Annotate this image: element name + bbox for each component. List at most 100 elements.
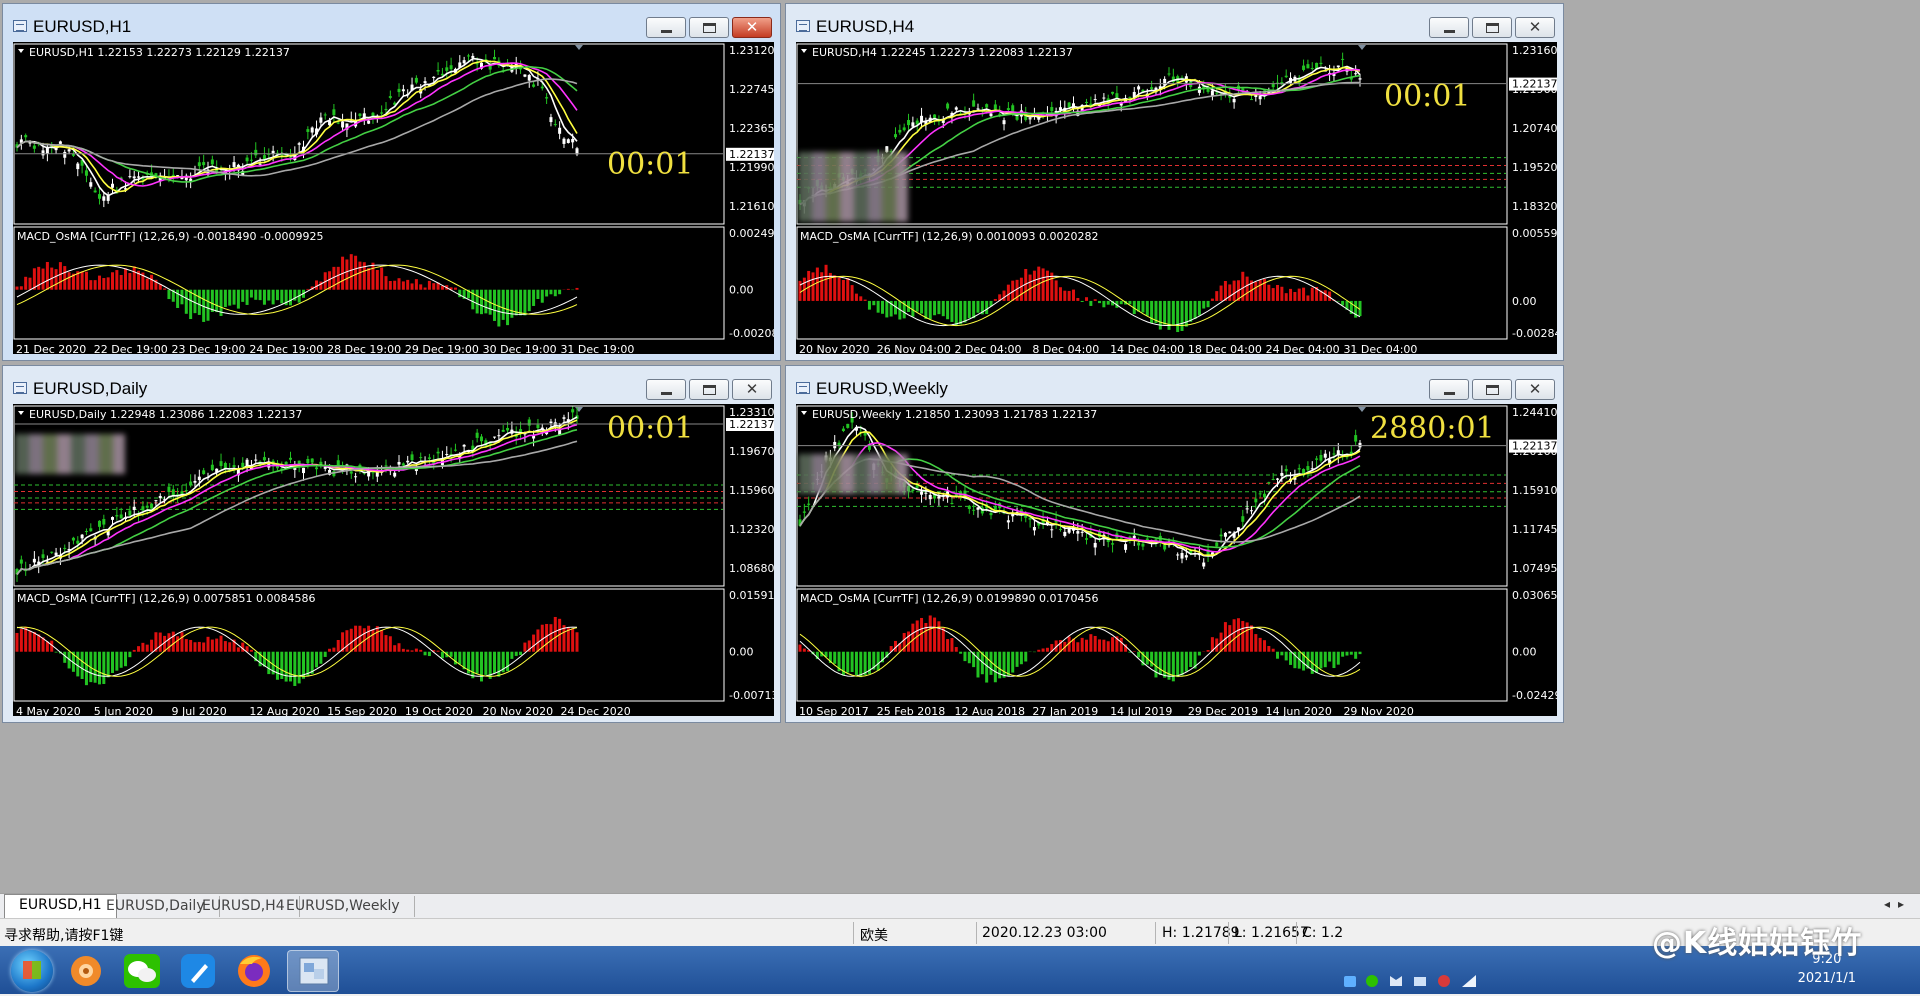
candle: [324, 113, 327, 120]
watermark-text: @K线姑姑钰竹: [1652, 918, 1862, 962]
osma-bar: [428, 281, 431, 290]
osma-bar: [1272, 288, 1275, 301]
chart-window-h4[interactable]: EURUSD,H4 ✕ EURUSD,H4 1.22245 1.22273 1.…: [785, 3, 1564, 361]
osma-bar: [1098, 301, 1101, 303]
osma-bar: [1003, 652, 1006, 678]
osma-bar: [1276, 652, 1279, 659]
candle: [1089, 97, 1092, 110]
time-axis-label: 2 Dec 04:00: [955, 343, 1022, 354]
osma-bar: [1350, 652, 1353, 655]
osma-bar: [846, 278, 849, 301]
close-button[interactable]: ✕: [1515, 17, 1555, 38]
osma-bar: [246, 290, 249, 305]
osma-bar: [402, 281, 405, 289]
candle: [55, 548, 58, 556]
osma-bar: [1189, 652, 1192, 667]
maximize-button[interactable]: [1472, 379, 1512, 400]
osma-bar: [1172, 652, 1175, 682]
candle: [506, 422, 509, 433]
taskbar-app-firefox[interactable]: [228, 950, 280, 992]
osma-bar: [920, 618, 923, 652]
candle: [411, 451, 414, 462]
pen-icon: [172, 950, 224, 992]
chart-window-daily[interactable]: EURUSD,Daily ✕ EURUSD,Daily 1.22948 1.23…: [2, 365, 781, 723]
candle: [950, 498, 953, 505]
osma-bar: [920, 301, 923, 314]
price-scale-label: 1.15910: [1512, 484, 1557, 497]
osma-bar: [1089, 634, 1092, 652]
osma-bar: [337, 267, 340, 290]
chart-header: EURUSD,Weekly 1.21850 1.23093 1.21783 1.…: [812, 408, 1097, 421]
osma-bar: [545, 624, 548, 652]
candle: [332, 104, 335, 122]
osma-bar: [799, 645, 802, 652]
chart-area[interactable]: EURUSD,Daily 1.22948 1.23086 1.22083 1.2…: [13, 404, 774, 716]
taskbar-app-wechat[interactable]: [116, 950, 168, 992]
obscured-region: [798, 152, 908, 222]
macd-line: [17, 265, 577, 314]
osma-bar: [855, 294, 858, 301]
window-titlebar[interactable]: EURUSD,H1 ✕: [3, 4, 780, 42]
macd-header: MACD_OsMA [CurrTF] (12,26,9) 0.0199890 0…: [800, 592, 1099, 605]
maximize-button[interactable]: [689, 379, 729, 400]
minimize-button[interactable]: [1429, 379, 1469, 400]
close-icon: ✕: [733, 380, 771, 399]
minimize-button[interactable]: [1429, 17, 1469, 38]
osma-bar: [877, 301, 880, 313]
candle: [920, 108, 923, 129]
minimize-button[interactable]: [646, 17, 686, 38]
osma-bar: [1107, 641, 1110, 651]
candle: [72, 537, 75, 545]
osma-bar: [1120, 638, 1123, 652]
osma-bar: [254, 290, 257, 300]
taskbar-app-metatrader[interactable]: [287, 950, 339, 992]
maximize-button[interactable]: [689, 17, 729, 38]
taskbar-app-dvd[interactable]: [60, 950, 112, 992]
osma-bar: [1181, 652, 1184, 676]
osma-bar: [124, 652, 127, 667]
chart-window-h1[interactable]: EURUSD,H1 ✕ EURUSD,H1 1.22153 1.22273 1.…: [2, 3, 781, 361]
osma-bar: [76, 652, 79, 677]
price-scale-label: 1.22745: [729, 83, 774, 96]
dvd-app-icon: [60, 950, 112, 992]
metatrader-icon: [288, 951, 340, 993]
close-button[interactable]: ✕: [1515, 379, 1555, 400]
osma-bar: [133, 266, 136, 289]
maximize-button[interactable]: [1472, 17, 1512, 38]
osma-bar: [250, 290, 253, 298]
close-button[interactable]: ✕: [732, 379, 772, 400]
osma-bar: [1324, 652, 1327, 667]
candle: [220, 454, 223, 470]
chart-area[interactable]: EURUSD,H4 1.22245 1.22273 1.22083 1.2213…: [796, 42, 1557, 354]
osma-bar: [267, 652, 270, 674]
close-icon: ✕: [1516, 380, 1554, 399]
window-titlebar[interactable]: EURUSD,Weekly ✕: [786, 366, 1563, 404]
start-button[interactable]: [11, 950, 53, 992]
window-titlebar[interactable]: EURUSD,Daily ✕: [3, 366, 780, 404]
osma-bar: [1337, 652, 1340, 665]
taskbar-app-notes[interactable]: [172, 950, 224, 992]
tab-eurusd-weekly[interactable]: EURUSD,Weekly: [272, 896, 415, 917]
minimize-button[interactable]: [646, 379, 686, 400]
chart-window-weekly[interactable]: EURUSD,Weekly ✕ EURUSD,Weekly 1.21850 1.…: [785, 365, 1564, 723]
window-titlebar[interactable]: EURUSD,H4 ✕: [786, 4, 1563, 42]
osma-bar: [358, 262, 361, 290]
osma-bar: [63, 652, 66, 663]
osma-bar: [833, 275, 836, 301]
osma-bar: [55, 269, 58, 290]
osma-bar: [933, 301, 936, 315]
candle: [1233, 96, 1236, 109]
tab-scroll-arrows[interactable]: ◂▸: [1884, 897, 1912, 911]
chart-area[interactable]: EURUSD,H1 1.22153 1.22273 1.22129 1.2213…: [13, 42, 774, 354]
osma-bar: [1254, 282, 1257, 301]
candle: [393, 471, 396, 478]
macd-scale-label: 0.00: [1512, 295, 1537, 308]
candle: [246, 155, 249, 165]
tray-icons[interactable]: [1342, 950, 1492, 996]
chart-area[interactable]: EURUSD,Weekly 1.21850 1.23093 1.21783 1.…: [796, 404, 1557, 716]
close-button[interactable]: ✕: [732, 17, 772, 38]
candle: [493, 436, 496, 438]
osma-bar: [415, 279, 418, 290]
osma-bar: [1311, 288, 1314, 301]
candle: [523, 74, 526, 77]
